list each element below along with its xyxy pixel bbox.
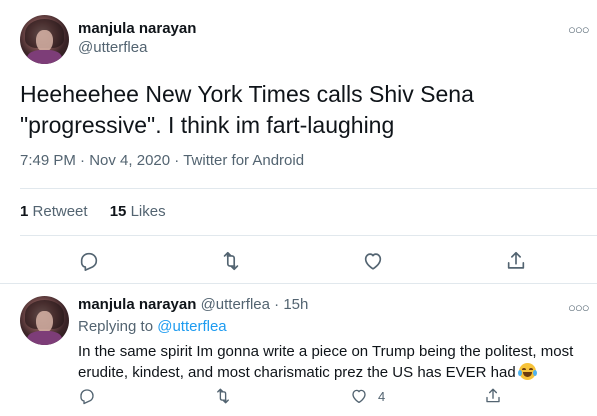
reply-header: manjula narayan @utterflea · 15h [78,296,308,313]
retweet-button[interactable] [220,250,242,272]
reply-author-avatar[interactable] [20,296,69,345]
share-icon [507,251,525,269]
reply-likes-count: 4 [378,388,386,404]
meta-separator: · [274,296,280,313]
retweets-stat[interactable]: 1 Retweet [20,203,88,220]
share-icon [486,388,500,403]
like-button[interactable] [362,250,384,272]
reply-button[interactable] [78,250,100,272]
reply-text: In the same spirit Im gonna write a piec… [78,343,574,381]
tweet-meta: 7:49 PM · Nov 4, 2020 · Twitter for Andr… [20,152,304,169]
reply-more-icon[interactable]: ○○○ [568,300,590,315]
divider [0,283,597,284]
tweet-date[interactable]: Nov 4, 2020 [89,152,170,169]
tweet-stats: 1 Retweet 15 Likes [20,203,184,220]
reply-share-button[interactable] [484,387,502,405]
reply-icon [80,252,98,271]
reply-like-button[interactable]: 4 [350,387,385,405]
meta-separator: · [174,152,184,169]
tweet-text: Heeheehee New York Times calls Shiv Sena… [20,81,474,138]
reply-author-handle[interactable]: @utterflea [201,296,270,313]
retweet-icon [223,251,239,271]
author-name[interactable]: manjula narayan [78,20,196,37]
reply-author-name[interactable]: manjula narayan [78,296,196,313]
reply-age[interactable]: 15h [283,296,308,313]
share-button[interactable] [505,250,527,272]
tweet-source[interactable]: Twitter for Android [183,152,304,169]
face-with-tears-of-joy-icon [517,363,537,380]
heart-icon [352,389,366,404]
author-handle[interactable]: @utterflea [78,39,147,56]
tweet-time[interactable]: 7:49 PM [20,152,76,169]
reply-icon [80,389,94,405]
author-avatar[interactable] [20,15,69,64]
reply-reply-button[interactable] [78,387,96,405]
reply-text-block: In the same spirit Im gonna write a piec… [78,341,588,383]
heart-icon [364,253,382,270]
retweet-icon [217,388,229,404]
replying-to: Replying to @utterflea [78,318,227,335]
reply-retweet-button[interactable] [214,387,232,405]
divider [20,188,597,189]
meta-separator: · [80,152,90,169]
replying-to-handle[interactable]: @utterflea [157,318,226,335]
divider [20,235,597,236]
likes-stat[interactable]: 15 Likes [110,203,166,220]
more-icon[interactable]: ○○○ [568,22,590,37]
